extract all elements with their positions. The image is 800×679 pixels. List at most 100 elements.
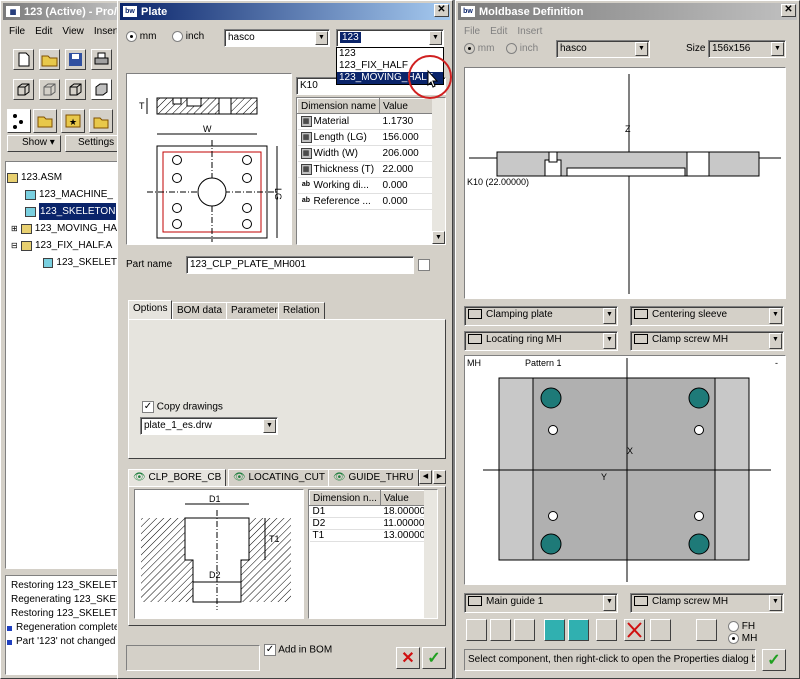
chevron-down-icon[interactable]: ▼ (429, 31, 442, 45)
drawing-select[interactable]: plate_1_es.drw ▼ (140, 417, 278, 435)
chevron-down-icon[interactable]: ▼ (771, 42, 784, 56)
tab-locating-cut[interactable]: 👁 LOCATING_CUT (228, 469, 330, 486)
tab-bom-data[interactable]: BOM data (172, 302, 228, 319)
proe-menu-edit[interactable]: Edit (35, 26, 52, 37)
table-row[interactable]: ab Reference ... 0.000 (297, 193, 445, 210)
side-view-canvas[interactable]: Z Y K10 (22.00000) (464, 67, 786, 299)
tree-item-asm[interactable]: 123.ASM (7, 169, 117, 186)
measure-icon[interactable] (650, 619, 671, 641)
guide-pin[interactable] (540, 533, 562, 555)
tab-options[interactable]: Options (128, 300, 173, 319)
tab-scroll-left[interactable]: ◀ (419, 470, 432, 484)
guide-pin[interactable] (540, 387, 562, 409)
guide-pin[interactable] (688, 533, 710, 555)
table-row[interactable]: ▦ Thickness (T) 22.000 (297, 161, 445, 178)
wireframe-view-icon[interactable] (13, 79, 34, 100)
add-in-bom-option[interactable]: ✓ Add in BOM (264, 644, 332, 656)
vertical-scrollbar[interactable] (432, 98, 445, 244)
chevron-down-icon[interactable]: ▼ (263, 419, 276, 433)
save-icon[interactable] (65, 49, 86, 70)
screw-hole[interactable] (548, 511, 558, 521)
chevron-down-icon[interactable]: ▼ (315, 31, 328, 45)
no-hidden-view-icon[interactable] (65, 79, 86, 100)
part-name-checkbox[interactable] (418, 259, 430, 271)
radio-inch[interactable] (506, 43, 517, 54)
proe-title-bar[interactable]: ▦ 123 (Active) - Pro/ (3, 3, 119, 20)
moldbase-menu-insert[interactable]: Insert (517, 26, 542, 37)
set-select[interactable]: 123 ▼ (336, 29, 444, 47)
clamp-screw-select-top[interactable]: Clamp screw MH ▼ (630, 331, 784, 351)
radio-mm[interactable] (126, 31, 137, 42)
folder-browser-tab-icon[interactable] (33, 109, 57, 133)
table-row[interactable]: ▦ Material 1.1730 (297, 113, 445, 130)
moldbase-ok-button[interactable]: ✓ (762, 649, 786, 671)
tab-guide-thru[interactable]: 👁 GUIDE_THRU (328, 469, 419, 486)
chevron-down-icon[interactable]: ▼ (603, 333, 616, 349)
new-file-icon[interactable] (13, 49, 34, 70)
moldbase-menu-file[interactable]: File (464, 26, 480, 37)
edit-plate-icon[interactable] (490, 619, 511, 641)
scroll-down-button[interactable]: ▼ (432, 231, 445, 244)
mh-option[interactable]: MH (728, 633, 757, 644)
collapse-icon[interactable]: ⊟ (11, 237, 21, 254)
zoom-icon[interactable] (696, 619, 717, 641)
mb-unit-mm-radio[interactable]: mm (464, 43, 494, 54)
open-folder-icon[interactable] (39, 49, 60, 70)
unit-inch-radio[interactable]: inch (172, 31, 204, 42)
vertical-scrollbar[interactable] (424, 490, 437, 618)
centering-sleeve-select[interactable]: Centering sleeve ▼ (630, 306, 784, 326)
table-row[interactable]: D2 11.00000 (309, 517, 437, 530)
chevron-down-icon[interactable]: ▼ (769, 308, 782, 324)
chevron-down-icon[interactable]: ▼ (603, 308, 616, 324)
radio-mh[interactable] (728, 633, 739, 644)
delete-icon[interactable] (624, 619, 645, 641)
stack-view-icon[interactable] (596, 619, 617, 641)
clamping-plate-select[interactable]: Clamping plate ▼ (464, 306, 618, 326)
screw-hole[interactable] (548, 425, 558, 435)
table-row[interactable]: ▦ Width (W) 206.000 (297, 145, 445, 162)
plate-close-button[interactable]: ✕ (434, 4, 449, 17)
tree-item-machine[interactable]: 123_MACHINE_ (7, 186, 117, 203)
expand-icon[interactable]: ⊞ (11, 220, 21, 237)
fh-option[interactable]: FH (728, 621, 755, 632)
tree-item-skeleton[interactable]: 123_SKELETON (7, 203, 117, 220)
main-guide-select[interactable]: Main guide 1 ▼ (464, 593, 618, 613)
tab-relation[interactable]: Relation (278, 302, 325, 319)
radio-mm[interactable] (464, 43, 475, 54)
model-tree-tab-icon[interactable] (7, 109, 31, 133)
plate-list-icon[interactable] (514, 619, 535, 641)
add-in-bom-checkbox[interactable]: ✓ (264, 644, 276, 656)
mb-unit-inch-radio[interactable]: inch (506, 43, 538, 54)
tab-clp-bore-cb[interactable]: 👁 CLP_BORE_CB (128, 469, 227, 486)
table-row[interactable]: ▦ Length (LG) 156.000 (297, 129, 445, 146)
settings-button[interactable]: Settings (65, 135, 121, 152)
tree-item-moving-half[interactable]: ⊞ 123_MOVING_HA (7, 220, 117, 237)
screw-hole[interactable] (694, 511, 704, 521)
chevron-down-icon[interactable]: ▼ (769, 333, 782, 349)
unit-mm-radio[interactable]: mm (126, 31, 156, 42)
guide-pin[interactable] (688, 387, 710, 409)
feat-name-header[interactable]: Dimension n... (309, 490, 381, 506)
tab-parameter[interactable]: Parameter (226, 302, 283, 319)
proe-menu-insert[interactable]: Insert (94, 26, 119, 37)
locating-ring-select[interactable]: Locating ring MH ▼ (464, 331, 618, 351)
dim-name-header[interactable]: Dimension name (297, 98, 381, 114)
hidden-line-view-icon[interactable] (39, 79, 60, 100)
table-row[interactable]: D1 18.00000 (309, 505, 437, 518)
chevron-down-icon[interactable]: ▼ (635, 42, 648, 56)
size-select[interactable]: 156x156 ▼ (708, 40, 786, 58)
moldbase-menu-edit[interactable]: Edit (490, 26, 507, 37)
standard-select[interactable]: hasco ▼ (224, 29, 330, 47)
plan-view-canvas[interactable]: MH Pattern 1 - X Y (464, 355, 786, 585)
add-plate-icon[interactable] (466, 619, 487, 641)
show-button[interactable]: Show ▾ (7, 135, 61, 152)
copy-drawings-option[interactable]: ✓ Copy drawings (142, 401, 223, 413)
part-name-field[interactable]: 123_CLP_PLATE_MH001 (186, 256, 414, 274)
tree-item-skelet[interactable]: 123_SKELET (7, 254, 117, 271)
mb-standard-select[interactable]: hasco ▼ (556, 40, 650, 58)
tab-scroll-right[interactable]: ▶ (433, 470, 446, 484)
moldbase-title-bar[interactable]: bw Moldbase Definition (458, 3, 797, 20)
favorites-tab-icon[interactable]: ★ (61, 109, 85, 133)
radio-fh[interactable] (728, 621, 739, 632)
moldbase-close-button[interactable]: ✕ (781, 4, 796, 17)
